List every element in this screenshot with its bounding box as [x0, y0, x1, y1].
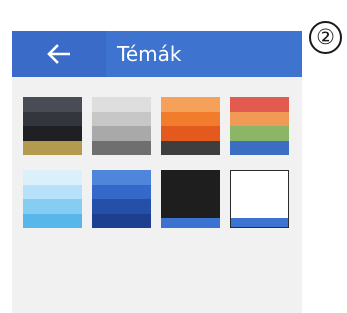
theme-swatch-stripe: [92, 140, 151, 155]
theme-swatch-orange[interactable]: [161, 97, 220, 155]
theme-swatch-stripe: [23, 140, 82, 155]
theme-swatch-stripe: [92, 97, 151, 112]
screen-title: Témák: [117, 42, 182, 66]
theme-swatch-black[interactable]: [161, 170, 220, 228]
theme-swatch-stripe: [23, 170, 82, 185]
theme-swatch-stripe: [230, 111, 289, 126]
themes-screen: Témák: [12, 31, 302, 313]
app-header: Témák: [12, 31, 302, 77]
theme-swatch-light-gray[interactable]: [92, 97, 151, 155]
theme-swatch-blue[interactable]: [92, 170, 151, 228]
theme-swatch-stripe: [161, 126, 220, 141]
theme-swatch-stripe: [23, 199, 82, 214]
theme-swatch-stripe: [23, 126, 82, 141]
theme-swatch-stripe: [230, 140, 289, 155]
arrow-left-icon: [46, 44, 72, 64]
theme-swatch-stripe: [92, 213, 151, 228]
tutorial-stage: ② Témák: [0, 0, 347, 313]
theme-swatch-stripe: [92, 199, 151, 214]
theme-swatch-stripe: [161, 218, 220, 228]
theme-swatch-stripe: [23, 213, 82, 228]
back-button[interactable]: [12, 31, 106, 77]
theme-swatch-light-blue[interactable]: [23, 170, 82, 228]
theme-swatch-white[interactable]: [230, 170, 289, 228]
theme-swatch-stripe: [230, 126, 289, 141]
theme-swatch-stripe: [92, 111, 151, 126]
theme-swatch-stripe: [23, 97, 82, 112]
theme-swatch-stripe: [92, 126, 151, 141]
theme-swatch-stripe: [231, 171, 288, 218]
theme-swatch-stripe: [161, 140, 220, 155]
theme-swatch-stripe: [92, 170, 151, 185]
theme-swatch-stripe: [161, 170, 220, 219]
theme-swatch-dark-slate[interactable]: [23, 97, 82, 155]
theme-swatch-rainbow[interactable]: [230, 97, 289, 155]
step-number-badge: ②: [309, 21, 342, 54]
theme-swatch-stripe: [231, 217, 288, 227]
theme-swatch-stripe: [161, 97, 220, 112]
theme-swatch-stripe: [23, 184, 82, 199]
theme-swatch-stripe: [230, 97, 289, 112]
theme-swatch-stripe: [161, 111, 220, 126]
theme-swatch-stripe: [23, 111, 82, 126]
theme-swatch-stripe: [92, 184, 151, 199]
